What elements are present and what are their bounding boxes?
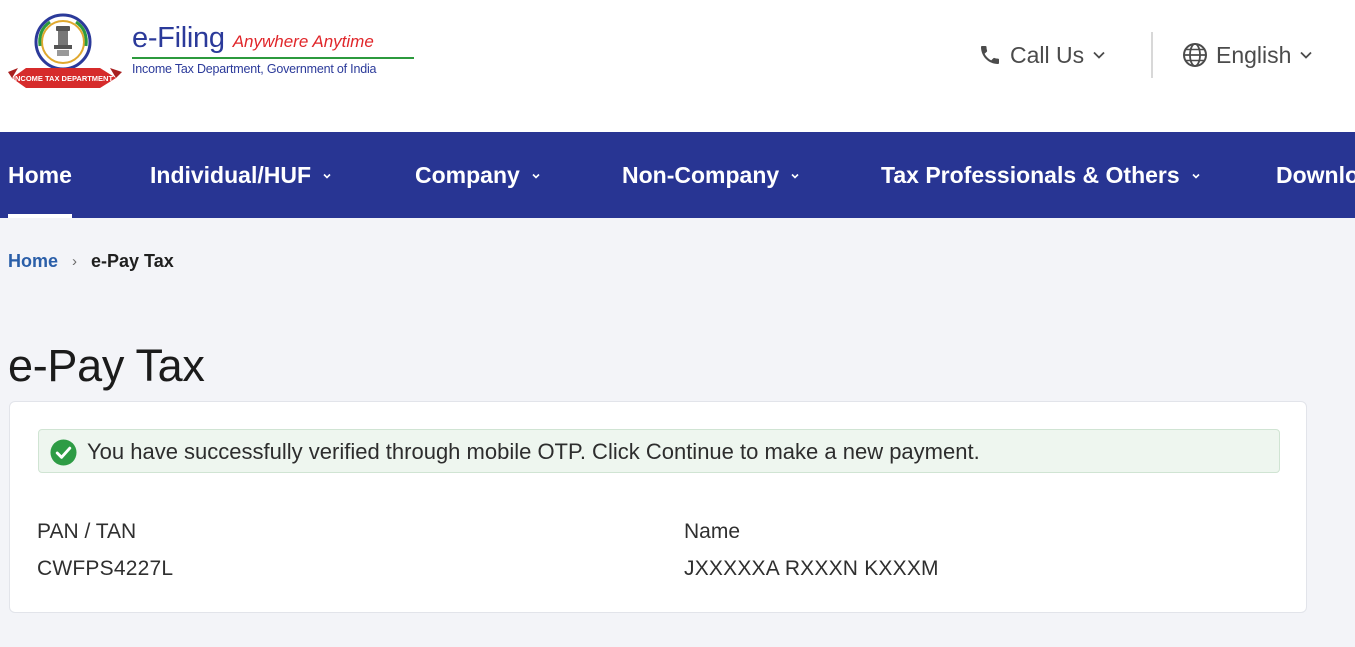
chevron-down-icon [1300,51,1313,59]
nav-item-tax-professionals[interactable]: Tax Professionals & Others [881,132,1202,218]
nav-item-label: Non-Company [622,161,780,188]
chevron-down-icon [323,173,331,179]
pan-tan-label: PAN / TAN [37,520,137,543]
nav-item-non-company[interactable]: Non-Company [622,132,801,218]
globe-icon [1183,43,1207,67]
brand-name: e-Filing [132,22,225,54]
chevron-down-icon [532,173,540,179]
income-tax-logo[interactable]: INCOME TAX DEPARTMENT [8,12,124,92]
nav-item-company[interactable]: Company [415,132,542,218]
success-alert: You have successfully verified through m… [38,429,1280,473]
breadcrumb: Home › e-Pay Tax [8,248,174,274]
language-dropdown[interactable]: English [1182,40,1313,70]
chevron-down-icon [791,173,799,179]
nav-item-downloads[interactable]: Downlo [1276,132,1355,218]
breadcrumb-current: e-Pay Tax [91,250,174,271]
name-label: Name [684,520,741,543]
active-indicator [8,214,72,218]
nav-item-label: Downlo [1276,161,1355,188]
nav-item-label: Tax Professionals & Others [881,161,1180,188]
chevron-down-icon [1192,173,1200,179]
name-value: JXXXXXA RXXXN KXXXM [684,557,939,580]
nav-item-label: Individual/HUF [150,161,311,188]
nav-item-label: Company [415,161,520,188]
call-us-dropdown[interactable]: Call Us [978,40,1106,70]
svg-text:INCOME TAX DEPARTMENT: INCOME TAX DEPARTMENT [13,74,114,83]
header-separator [1151,32,1153,78]
phone-icon [981,46,999,64]
language-label: English [1216,41,1292,68]
breadcrumb-separator: › [72,252,78,270]
site-header: INCOME TAX DEPARTMENT e-Filing Anywhere … [0,0,1355,132]
nav-item-label: Home [8,161,72,188]
emblem-icon: INCOME TAX DEPARTMENT [8,13,122,88]
chevron-down-icon [1093,51,1105,59]
success-message: You have successfully verified through m… [87,439,980,464]
brand-subtitle: Income Tax Department, Government of Ind… [132,62,377,76]
nav-item-individual-huf[interactable]: Individual/HUF [150,132,333,218]
brand-tagline: Anywhere Anytime [232,32,374,51]
verification-card: You have successfully verified through m… [9,401,1307,613]
brand-block[interactable]: e-Filing Anywhere Anytime Income Tax Dep… [132,22,414,76]
check-circle-icon [50,439,77,466]
main-nav: Home Individual/HUF Company Non-Company … [0,132,1355,218]
page-title: e-Pay Tax [8,340,205,391]
brand-divider [132,57,414,59]
brand-line: e-Filing Anywhere Anytime [132,22,414,55]
pan-tan-value: CWFPS4227L [37,557,174,580]
breadcrumb-home-link[interactable]: Home [8,251,58,272]
call-us-label: Call Us [1010,41,1085,68]
nav-item-home[interactable]: Home [8,132,72,218]
